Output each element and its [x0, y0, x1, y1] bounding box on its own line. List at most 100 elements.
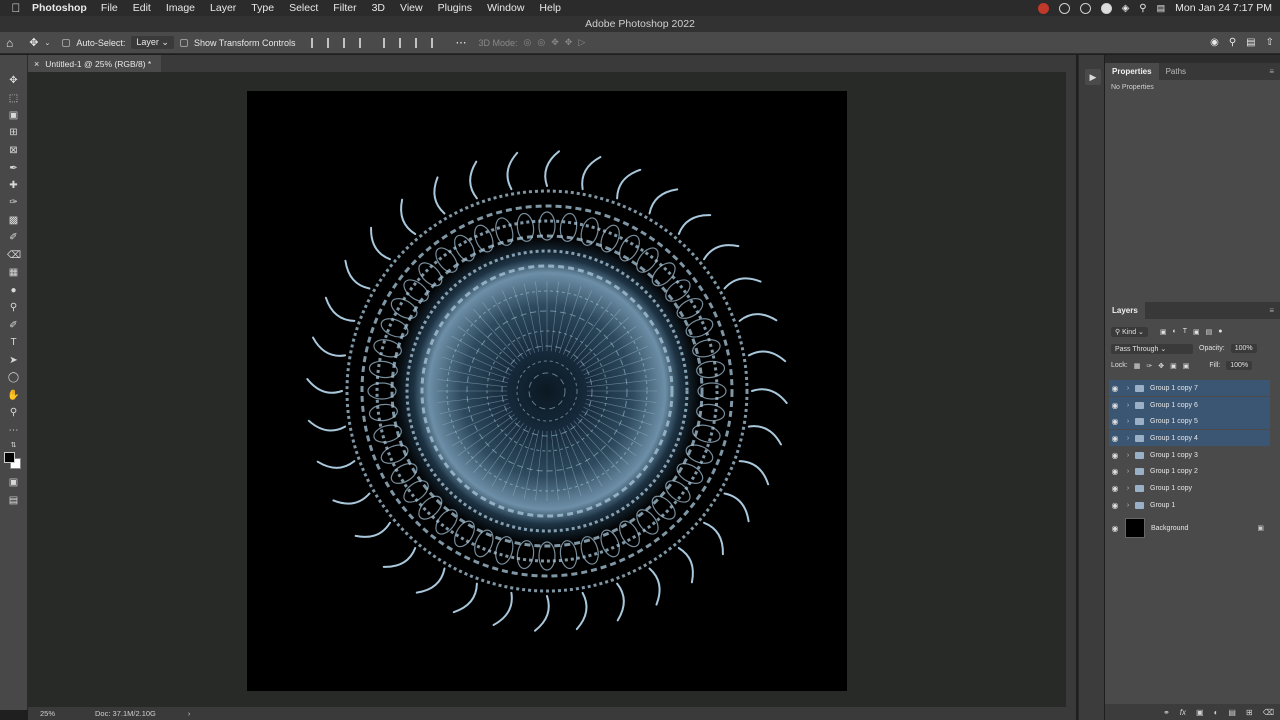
layer-row[interactable]: ◉ › Group 1 copy 5 — [1109, 413, 1270, 429]
tab-properties[interactable]: Properties — [1105, 63, 1159, 80]
menu-edit[interactable]: Edit — [133, 2, 151, 14]
layer-style-icon[interactable]: fx — [1180, 708, 1186, 717]
transform-controls-checkbox[interactable] — [179, 38, 188, 47]
visibility-eye-icon[interactable]: ◉ — [1109, 484, 1121, 493]
tab-layers[interactable]: Layers — [1105, 302, 1145, 319]
eyedropper-tool-icon[interactable]: ✒ — [7, 163, 20, 174]
blur-tool-icon[interactable]: ● — [7, 285, 20, 296]
move-tool-icon[interactable]: ✥ — [7, 75, 20, 86]
layer-row[interactable]: ◉ › Group 1 copy 2 — [1109, 463, 1270, 479]
document-canvas[interactable] — [247, 91, 847, 691]
marquee-tool-icon[interactable]: ⬚ — [7, 93, 20, 104]
eraser-tool-icon[interactable]: ⌫ — [7, 250, 21, 261]
menu-layer[interactable]: Layer — [210, 2, 236, 14]
filter-smart-object-icon[interactable]: ▤ — [1206, 328, 1213, 336]
dodge-tool-icon[interactable]: ⚲ — [7, 302, 20, 313]
lock-image-icon[interactable]: ✑ — [1146, 362, 1152, 370]
more-options-icon[interactable]: ⋯ — [455, 36, 466, 49]
visibility-eye-icon[interactable]: ◉ — [1109, 434, 1121, 443]
path-selection-tool-icon[interactable]: ➤ — [7, 355, 20, 366]
quick-mask-icon[interactable]: ▣ — [7, 477, 20, 488]
layer-row[interactable]: ◉ › Group 1 copy 6 — [1109, 397, 1270, 413]
crop-tool-icon[interactable]: ⊞ — [7, 127, 20, 138]
filter-toggle-icon[interactable]: ● — [1218, 328, 1222, 335]
visibility-eye-icon[interactable]: ◉ — [1109, 417, 1121, 426]
menu-image[interactable]: Image — [166, 2, 195, 14]
align-hcenter-icon[interactable] — [327, 37, 337, 48]
home-icon[interactable]: ⌂ — [6, 36, 13, 50]
distribute-icon[interactable] — [359, 37, 369, 48]
delete-layer-icon[interactable]: ⌫ — [1263, 708, 1274, 717]
lock-artboard-icon[interactable]: ▣ — [1170, 362, 1177, 370]
frame-tool-icon[interactable]: ⊠ — [7, 145, 20, 156]
blend-mode-dropdown[interactable]: Pass Through ⌄ — [1111, 343, 1193, 354]
expand-chevron-icon[interactable]: › — [1123, 452, 1133, 459]
edit-toolbar-icon[interactable]: ⋯ — [7, 425, 20, 436]
auto-select-checkbox[interactable] — [62, 38, 71, 47]
chevron-right-icon[interactable]: › — [188, 709, 191, 718]
panel-menu-icon[interactable]: ≡ — [1269, 67, 1274, 76]
vertical-scrollbar[interactable] — [1066, 72, 1076, 707]
expand-chevron-icon[interactable]: › — [1123, 435, 1133, 442]
foreground-color-swatch[interactable] — [4, 452, 15, 463]
user-icon[interactable] — [1079, 2, 1091, 14]
control-icon[interactable] — [1100, 2, 1112, 14]
layer-row[interactable]: ◉ › Group 1 copy — [1109, 480, 1270, 496]
zoom-tool-icon[interactable]: ⚲ — [7, 407, 20, 418]
pen-tool-icon[interactable]: ✐ — [7, 320, 20, 331]
share-export-icon[interactable]: ⇧ — [1266, 37, 1274, 48]
expand-chevron-icon[interactable]: › — [1123, 485, 1133, 492]
hand-tool-icon[interactable]: ✋ — [7, 390, 20, 401]
filter-kind-dropdown[interactable]: ⚲ Kind ⌄ — [1111, 326, 1148, 337]
chevron-down-icon[interactable]: ⌄ — [44, 39, 50, 47]
align-vcenter-icon[interactable] — [399, 37, 409, 48]
layer-row[interactable]: ◉ › Group 1 copy 4 — [1109, 430, 1270, 446]
fill-field[interactable]: 100% — [1226, 361, 1253, 370]
filter-shape-icon[interactable]: ▣ — [1193, 328, 1200, 336]
swap-colors-icon[interactable]: ⇅ — [7, 440, 20, 451]
record-icon[interactable] — [1037, 2, 1049, 14]
clone-stamp-tool-icon[interactable]: ▩ — [7, 215, 20, 226]
visibility-eye-icon[interactable]: ◉ — [1109, 401, 1121, 410]
zoom-level[interactable]: 25% — [40, 709, 55, 718]
menu-type[interactable]: Type — [251, 2, 274, 14]
healing-brush-tool-icon[interactable]: ✚ — [7, 180, 20, 191]
expand-chevron-icon[interactable]: › — [1123, 402, 1133, 409]
brush-tool-icon[interactable]: ✑ — [7, 197, 20, 208]
type-tool-icon[interactable]: T — [7, 337, 20, 348]
search-icon[interactable]: ⚲ — [1229, 37, 1236, 48]
ellipse-tool-icon[interactable]: ◯ — [7, 372, 20, 383]
lock-all-icon[interactable]: ▣ — [1183, 362, 1190, 370]
visibility-eye-icon[interactable]: ◉ — [1109, 467, 1121, 476]
visibility-eye-icon[interactable]: ◉ — [1109, 524, 1121, 533]
visibility-eye-icon[interactable]: ◉ — [1109, 451, 1121, 460]
workspace-icon[interactable]: ▤ — [1246, 37, 1255, 48]
menu-file[interactable]: File — [101, 2, 118, 14]
align-top-icon[interactable] — [383, 37, 393, 48]
menu-3d[interactable]: 3D — [372, 2, 385, 14]
link-layers-icon[interactable]: ⚭ — [1163, 708, 1170, 717]
layer-row[interactable]: ◉ › Group 1 copy 3 — [1109, 447, 1270, 463]
menu-view[interactable]: View — [400, 2, 423, 14]
menu-help[interactable]: Help — [539, 2, 561, 14]
document-tab[interactable]: × Untitled-1 @ 25% (RGB/8) * — [28, 55, 162, 72]
new-group-icon[interactable]: ▤ — [1228, 708, 1236, 717]
align-bottom-icon[interactable] — [415, 37, 425, 48]
expand-chevron-icon[interactable]: › — [1123, 418, 1133, 425]
align-right-icon[interactable] — [343, 37, 353, 48]
menu-filter[interactable]: Filter — [333, 2, 356, 14]
filter-type-icon[interactable]: T — [1183, 328, 1187, 335]
wifi-icon[interactable]: ◈ — [1122, 3, 1130, 14]
visibility-eye-icon[interactable]: ◉ — [1109, 384, 1121, 393]
menu-plugins[interactable]: Plugins — [438, 2, 472, 14]
align-left-icon[interactable] — [311, 37, 321, 48]
background-layer-row[interactable]: ◉ Background ▣ — [1109, 515, 1270, 541]
filter-adjustment-icon[interactable]: ◐ — [1173, 328, 1177, 335]
lock-position-icon[interactable]: ✥ — [1158, 362, 1164, 370]
share-icon[interactable]: ◉ — [1210, 37, 1219, 48]
doc-size-info[interactable]: Doc: 37.1M/2.10G — [95, 709, 156, 718]
tab-paths[interactable]: Paths — [1159, 63, 1193, 80]
adjustment-layer-icon[interactable]: ◐ — [1214, 708, 1219, 717]
move-tool-icon[interactable]: ✥ — [29, 36, 38, 49]
lock-transparent-icon[interactable]: ▦ — [1134, 362, 1141, 370]
